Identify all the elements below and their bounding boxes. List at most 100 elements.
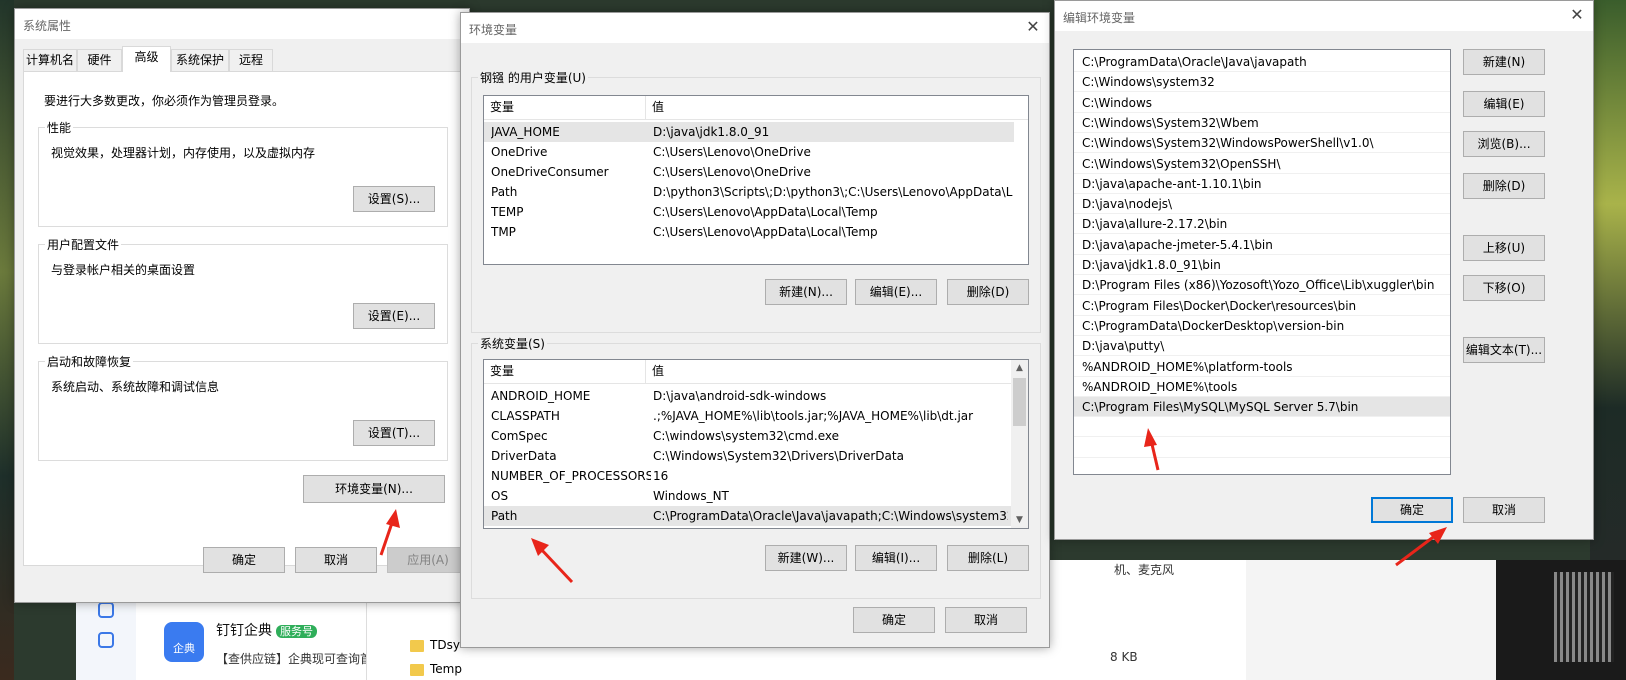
dingtalk-item-title[interactable]: 钉钉企典 服务号 [216, 620, 317, 640]
table-row[interactable]: TEMP C:\Users\Lenovo\AppData\Local\Temp [484, 202, 1014, 222]
table-row[interactable]: OneDrive C:\Users\Lenovo\OneDrive [484, 142, 1014, 162]
user-variables-list[interactable]: 变量 值 JAVA_HOME D:\java\jdk1.8.0_91 OneDr… [483, 95, 1029, 265]
edit-text-button[interactable]: 编辑文本(T)... [1463, 337, 1545, 363]
table-row[interactable]: DriverData C:\Windows\System32\Drivers\D… [484, 446, 1012, 466]
var-name: OneDriveConsumer [491, 165, 609, 179]
tab-advanced[interactable]: 高级 [122, 46, 171, 72]
table-row[interactable]: JAVA_HOME D:\java\jdk1.8.0_91 [484, 122, 1014, 142]
var-name: DriverData [491, 449, 557, 463]
path-list-item[interactable]: C:\Windows\System32\WindowsPowerShell\v1… [1074, 133, 1450, 154]
user-edit-button[interactable]: 编辑(E)... [855, 279, 937, 305]
table-row[interactable]: NUMBER_OF_PROCESSORS 16 [484, 466, 1012, 486]
ok-button[interactable]: 确定 [1371, 497, 1453, 523]
table-row[interactable]: Path D:\python3\Scripts\;D:\python3\;C:\… [484, 182, 1014, 202]
path-list-item[interactable]: C:\Windows\system32 [1074, 72, 1450, 93]
new-button[interactable]: 新建(N) [1463, 49, 1545, 75]
performance-settings-button[interactable]: 设置(S)... [353, 186, 435, 212]
tab-computer-name[interactable]: 计算机名 [23, 49, 77, 71]
performance-group: 性能 视觉效果，处理器计划，内存使用，以及虚拟内存 设置(S)... [38, 119, 448, 227]
path-list-item[interactable]: C:\ProgramData\Oracle\Java\javapath [1074, 52, 1450, 72]
path-list-item[interactable]: D:\java\nodejs\ [1074, 194, 1450, 215]
delete-button[interactable]: 删除(D) [1463, 173, 1545, 199]
path-list-item[interactable]: %ANDROID_HOME%\platform-tools [1074, 357, 1450, 377]
sidebar-box-icon[interactable] [98, 632, 114, 648]
sidebar-d-icon[interactable] [98, 602, 114, 618]
var-name: NUMBER_OF_PROCESSORS [491, 469, 651, 483]
cancel-button[interactable]: 取消 [295, 547, 377, 573]
dialog-title: 编辑环境变量 [1063, 11, 1136, 25]
path-list[interactable]: C:\ProgramData\Oracle\Java\javapath C:\Wi… [1073, 49, 1451, 475]
folder-icon [410, 664, 424, 676]
vertical-scrollbar[interactable]: ▲ ▼ [1011, 360, 1028, 528]
environment-variables-button[interactable]: 环境变量(N)... [303, 475, 445, 503]
dingtalk-title-text: 钉钉企典 [216, 623, 272, 639]
startup-recovery-settings-button[interactable]: 设置(T)... [353, 420, 435, 446]
title-bar[interactable]: 编辑环境变量 ✕ [1055, 1, 1593, 31]
path-list-item[interactable]: %ANDROID_HOME%\tools [1074, 377, 1450, 397]
path-list-item[interactable]: C:\ProgramData\DockerDesktop\version-bin [1074, 316, 1450, 336]
path-list-item[interactable] [1074, 417, 1450, 438]
column-header-variable[interactable]: 变量 [484, 96, 646, 120]
ok-button[interactable]: 确定 [853, 607, 935, 633]
title-bar[interactable]: 环境变量 ✕ [461, 13, 1049, 43]
ok-button[interactable]: 确定 [203, 547, 285, 573]
path-list-item[interactable]: C:\Windows\System32\OpenSSH\ [1074, 154, 1450, 174]
user-delete-button[interactable]: 删除(D) [947, 279, 1029, 305]
table-row[interactable]: ComSpec C:\windows\system32\cmd.exe [484, 426, 1012, 446]
edit-button[interactable]: 编辑(E) [1463, 91, 1545, 117]
var-value: D:\python3\Scripts\;D:\python3\;C:\Users… [653, 185, 1013, 199]
background-window-strip [1246, 560, 1496, 680]
admin-note: 要进行大多数更改，你必须作为管理员登录。 [44, 94, 285, 108]
scroll-down-icon[interactable]: ▼ [1011, 512, 1028, 528]
path-list-item[interactable]: D:\java\jdk1.8.0_91\bin [1074, 255, 1450, 275]
path-list-item[interactable]: D:\java\apache-ant-1.10.1\bin [1074, 174, 1450, 194]
dingtalk-logo-icon[interactable]: 企典 [164, 622, 204, 662]
table-row[interactable]: Path C:\ProgramData\Oracle\Java\javapath… [484, 506, 1012, 526]
system-edit-button[interactable]: 编辑(I)... [855, 545, 937, 571]
explorer-item[interactable]: TDsy [430, 638, 460, 652]
path-list-item[interactable]: D:\java\allure-2.17.2\bin [1074, 214, 1450, 235]
close-icon[interactable]: ✕ [1569, 7, 1585, 23]
move-down-button[interactable]: 下移(O) [1463, 275, 1545, 301]
close-icon[interactable]: ✕ [1025, 19, 1041, 35]
path-list-item[interactable]: C:\Windows [1074, 93, 1450, 113]
path-list-item[interactable]: D:\Program Files (x86)\Yozosoft\Yozo_Off… [1074, 275, 1450, 296]
tab-hardware[interactable]: 硬件 [77, 49, 122, 71]
column-header-value[interactable]: 值 [646, 360, 1013, 384]
column-header-variable[interactable]: 变量 [484, 360, 646, 384]
path-list-item[interactable]: D:\java\putty\ [1074, 336, 1450, 357]
title-bar[interactable]: 系统属性 [15, 9, 469, 39]
table-row[interactable]: OS Windows_NT [484, 486, 1012, 506]
path-list-item[interactable] [1074, 458, 1450, 474]
path-list-item[interactable]: C:\Program Files\Docker\Docker\resources… [1074, 296, 1450, 316]
tab-system-protection[interactable]: 系统保护 [171, 49, 229, 71]
apply-button[interactable]: 应用(A) [387, 547, 469, 573]
table-row[interactable]: ANDROID_HOME D:\java\android-sdk-windows [484, 386, 1012, 406]
user-profile-settings-button[interactable]: 设置(E)... [353, 303, 435, 329]
var-name: Path [491, 509, 518, 523]
table-row[interactable]: OneDriveConsumer C:\Users\Lenovo\OneDriv… [484, 162, 1014, 182]
path-list-item[interactable] [1074, 438, 1450, 458]
edit-environment-variable-dialog: 编辑环境变量 ✕ C:\ProgramData\Oracle\Java\java… [1054, 0, 1594, 540]
table-row[interactable]: CLASSPATH .;%JAVA_HOME%\lib\tools.jar;%J… [484, 406, 1012, 426]
path-list-item[interactable]: C:\Program Files\MySQL\MySQL Server 5.7\… [1074, 397, 1450, 418]
system-delete-button[interactable]: 删除(L) [947, 545, 1029, 571]
explorer-item[interactable]: Temp [430, 662, 462, 676]
path-list-item[interactable]: C:\Windows\System32\Wbem [1074, 113, 1450, 133]
var-value: 16 [653, 469, 669, 483]
column-header-value[interactable]: 值 [646, 96, 1028, 120]
browse-button[interactable]: 浏览(B)... [1463, 131, 1545, 157]
cancel-button[interactable]: 取消 [945, 607, 1027, 633]
user-new-button[interactable]: 新建(N)... [765, 279, 847, 305]
table-row[interactable]: TMP C:\Users\Lenovo\AppData\Local\Temp [484, 222, 1014, 242]
cancel-button[interactable]: 取消 [1463, 497, 1545, 523]
tab-remote[interactable]: 远程 [229, 49, 273, 71]
var-name: ANDROID_HOME [491, 389, 591, 403]
path-list-item[interactable]: D:\java\apache-jmeter-5.4.1\bin [1074, 235, 1450, 255]
scroll-up-icon[interactable]: ▲ [1011, 360, 1028, 376]
move-up-button[interactable]: 上移(U) [1463, 235, 1545, 261]
system-variables-list[interactable]: 变量 值 ANDROID_HOME D:\java\android-sdk-wi… [483, 359, 1029, 529]
scrollbar-thumb[interactable] [1013, 378, 1026, 426]
system-new-button[interactable]: 新建(W)... [765, 545, 847, 571]
var-value: .;%JAVA_HOME%\lib\tools.jar;%JAVA_HOME%\… [653, 409, 974, 423]
